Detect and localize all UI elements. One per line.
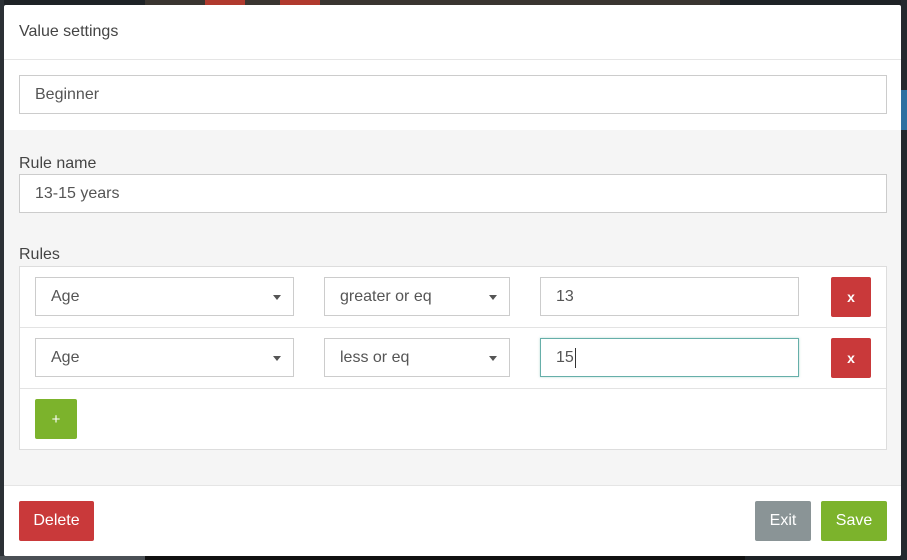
rule-operator-select[interactable]: less or eq — [324, 338, 510, 377]
rule-field-value: Age — [51, 287, 80, 305]
caret-down-icon — [489, 356, 497, 361]
backdrop — [901, 90, 907, 130]
remove-rule-button[interactable]: x — [831, 338, 871, 378]
backdrop — [901, 0, 907, 560]
caret-down-icon — [273, 356, 281, 361]
rule-value-text: 13 — [556, 287, 574, 305]
rule-field-value: Age — [51, 348, 80, 366]
backdrop — [145, 556, 745, 560]
rule-operator-value: greater or eq — [340, 287, 432, 305]
modal-title: Value settings — [19, 23, 119, 40]
rule-value-input[interactable]: 13 — [540, 277, 799, 316]
save-button[interactable]: Save — [821, 501, 887, 541]
rule-name-input[interactable]: 13-15 years — [19, 174, 887, 213]
exit-button[interactable]: Exit — [755, 501, 811, 541]
rule-operator-select[interactable]: greater or eq — [324, 277, 510, 316]
rule-field-select[interactable]: Age — [35, 277, 294, 316]
plus-icon: + — [51, 410, 61, 428]
text-cursor — [574, 347, 576, 368]
delete-button[interactable]: Delete — [19, 501, 94, 541]
caret-down-icon — [489, 295, 497, 300]
rule-row: Age greater or eq 13 x — [20, 267, 886, 328]
backdrop — [0, 556, 145, 560]
rules-list: Age greater or eq 13 x Age less or eq 15… — [19, 266, 887, 450]
add-rule-button[interactable]: + — [35, 399, 77, 439]
rules-label: Rules — [19, 246, 60, 263]
rule-field-select[interactable]: Age — [35, 338, 294, 377]
value-settings-modal: Value settings Beginner Rule name 13-15 … — [4, 5, 901, 556]
close-icon: x — [847, 289, 855, 305]
close-icon: x — [847, 350, 855, 366]
value-name-input[interactable]: Beginner — [19, 75, 887, 114]
modal-header: Value settings — [4, 5, 901, 60]
rule-section: Rule name 13-15 years Rules Age greater … — [4, 130, 901, 485]
rule-row: Age less or eq 15 x — [20, 328, 886, 389]
remove-rule-button[interactable]: x — [831, 277, 871, 317]
rule-name-label: Rule name — [19, 155, 97, 172]
rule-operator-value: less or eq — [340, 348, 410, 366]
rule-value-text: 15 — [556, 348, 574, 366]
rule-value-input[interactable]: 15 — [540, 338, 799, 377]
value-section: Beginner — [4, 61, 901, 130]
modal-footer: Delete Exit Save — [4, 485, 901, 556]
caret-down-icon — [273, 295, 281, 300]
